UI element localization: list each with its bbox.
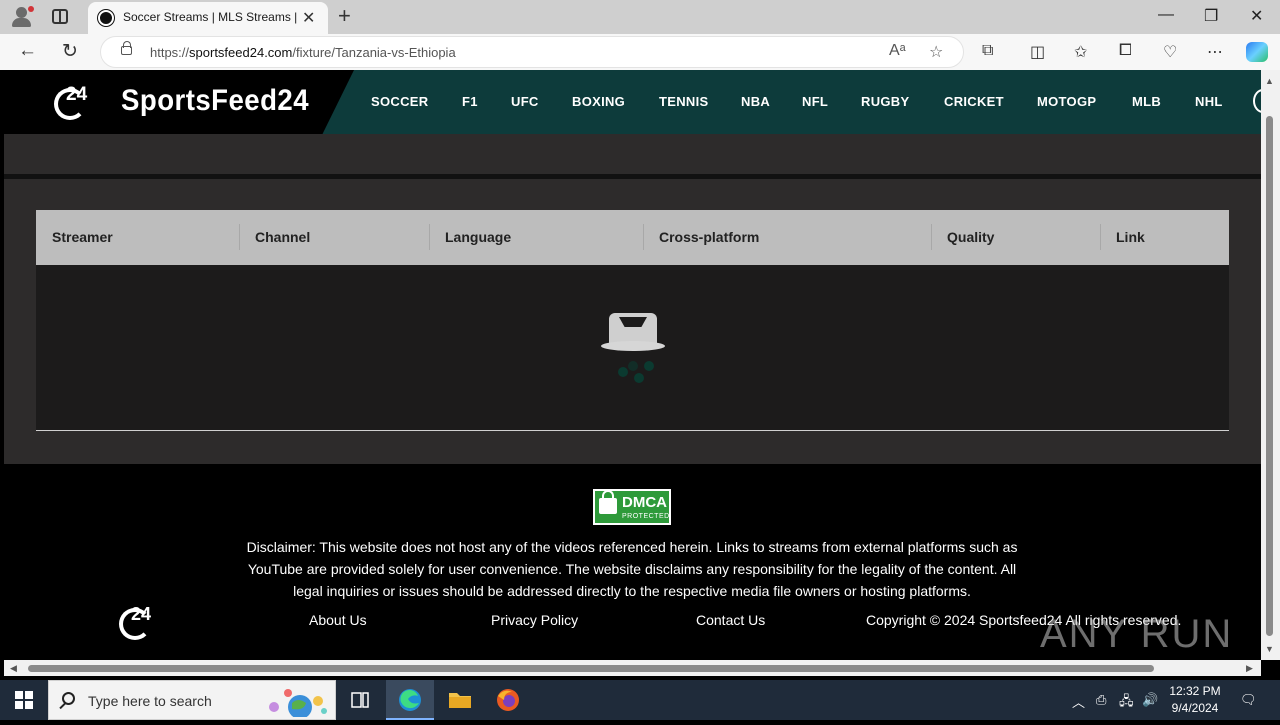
site-favicon-icon	[98, 10, 114, 26]
col-cross-platform: Cross-platform	[659, 229, 760, 245]
column-divider	[239, 224, 240, 250]
nav-soccer[interactable]: SOCCER	[371, 94, 428, 109]
page-viewport: 24 SportsFeed24 SOCCER F1 UFC BOXING TEN…	[4, 70, 1261, 660]
search-icon	[62, 692, 75, 705]
windows-taskbar: Type here to search ︿ ⎙ 🖧 🔊 12:32 PM 9/4…	[0, 680, 1280, 720]
empty-inbox-icon	[601, 313, 665, 353]
tray-device-icon[interactable]: ⎙	[1096, 692, 1106, 708]
nav-more-icon[interactable]	[1253, 89, 1261, 113]
tab-title: Soccer Streams | MLS Streams | N	[123, 10, 298, 24]
nav-nfl[interactable]: NFL	[802, 94, 828, 109]
tab-close-icon[interactable]: ✕	[302, 8, 315, 28]
disclaimer-text: Disclaimer: This website does not host a…	[246, 539, 1018, 599]
minimize-icon[interactable]: —	[1158, 6, 1174, 24]
profile-avatar-icon[interactable]	[10, 5, 34, 29]
maximize-icon[interactable]: ❐	[1204, 6, 1218, 26]
taskbar-file-explorer-icon[interactable]	[436, 680, 484, 720]
footer-link-contact[interactable]: Contact Us	[696, 612, 765, 628]
col-quality: Quality	[947, 229, 995, 245]
notification-icon[interactable]: 🗨	[1240, 692, 1257, 708]
horizontal-scrollbar[interactable]: ◀ ▶	[4, 660, 1261, 676]
collections-icon[interactable]: ⧠	[1119, 42, 1132, 60]
column-divider	[429, 224, 430, 250]
anyrun-watermark: ANY RUN	[1040, 612, 1234, 656]
search-highlight-art-icon	[269, 689, 327, 717]
nav-nba[interactable]: NBA	[741, 94, 770, 109]
streams-section: Streamer Channel Language Cross-platform…	[4, 179, 1261, 464]
tab-actions-icon[interactable]	[52, 9, 68, 24]
nav-nhl[interactable]: NHL	[1195, 94, 1223, 109]
footer-link-privacy[interactable]: Privacy Policy	[491, 612, 578, 628]
nav-rugby[interactable]: RUGBY	[861, 94, 909, 109]
fixture-banner	[4, 134, 1261, 174]
streams-table-body	[36, 265, 1229, 431]
tray-volume-icon[interactable]: 🔊	[1142, 692, 1158, 708]
footer-logo-icon[interactable]: 24	[119, 604, 161, 640]
nav-cricket[interactable]: CRICKET	[944, 94, 1004, 109]
column-divider	[931, 224, 932, 250]
taskbar-edge-icon[interactable]	[386, 680, 434, 720]
nav-boxing[interactable]: BOXING	[572, 94, 625, 109]
browser-tab-active[interactable]: Soccer Streams | MLS Streams | N ✕	[88, 2, 328, 34]
back-arrow-icon[interactable]: ←	[18, 40, 37, 62]
nav-f1[interactable]: F1	[462, 94, 478, 109]
tray-network-icon[interactable]: 🖧	[1119, 692, 1134, 714]
copilot-icon[interactable]	[1246, 42, 1268, 62]
vertical-scroll-thumb[interactable]	[1266, 116, 1273, 636]
new-tab-icon[interactable]: +	[338, 3, 351, 29]
url-text[interactable]: https://sportsfeed24.com/fixture/Tanzani…	[150, 45, 456, 60]
browser-essentials-icon[interactable]: ♡	[1163, 42, 1177, 62]
taskbar-clock[interactable]: 12:32 PM 9/4/2024	[1162, 683, 1228, 717]
nav-tennis[interactable]: TENNIS	[659, 94, 708, 109]
refresh-icon[interactable]: ↻	[62, 40, 78, 63]
footer-link-about[interactable]: About Us	[309, 612, 367, 628]
col-streamer: Streamer	[52, 229, 113, 245]
col-language: Language	[445, 229, 512, 245]
col-link: Link	[1116, 229, 1145, 245]
nav-mlb[interactable]: MLB	[1132, 94, 1161, 109]
padlock-icon	[599, 490, 617, 514]
nav-motogp[interactable]: MOTOGP	[1037, 94, 1096, 109]
col-channel: Channel	[255, 229, 311, 245]
logo-panel: 24 SportsFeed24	[4, 70, 354, 134]
lock-icon[interactable]	[121, 41, 132, 55]
task-view-icon[interactable]	[336, 680, 384, 720]
taskbar-firefox-icon[interactable]	[484, 680, 532, 720]
streams-table-header: Streamer Channel Language Cross-platform…	[36, 210, 1229, 265]
vertical-scrollbar[interactable]: ▲ ▼	[1261, 70, 1280, 660]
dmca-badge[interactable]: DMCA PROTECTED	[593, 489, 671, 525]
more-menu-icon[interactable]: ⋯	[1207, 42, 1223, 62]
extensions-icon[interactable]: ⧉	[982, 42, 993, 60]
windows-start-icon[interactable]	[15, 691, 33, 709]
favorites-icon[interactable]: ✩	[1074, 42, 1087, 62]
search-placeholder: Type here to search	[88, 693, 212, 709]
column-divider	[643, 224, 644, 250]
site-header: 24 SportsFeed24 SOCCER F1 UFC BOXING TEN…	[4, 70, 1261, 134]
horizontal-scroll-thumb[interactable]	[28, 665, 1154, 672]
taskbar-search[interactable]: Type here to search	[48, 680, 336, 720]
nav-ufc[interactable]: UFC	[511, 94, 539, 109]
logo-badge-icon[interactable]: 24	[54, 84, 94, 120]
read-aloud-icon[interactable]: Aᵃ	[889, 42, 906, 60]
window-close-icon[interactable]: ✕	[1250, 6, 1263, 26]
browser-tab-strip: Soccer Streams | MLS Streams | N ✕ + — ❐…	[0, 0, 1280, 34]
loading-spinner-icon	[614, 361, 658, 391]
favorite-star-icon[interactable]: ☆	[929, 42, 943, 62]
address-bar[interactable]: https://sportsfeed24.com/fixture/Tanzani…	[100, 36, 964, 68]
column-divider	[1100, 224, 1101, 250]
site-logo-text[interactable]: SportsFeed24	[121, 84, 309, 118]
browser-toolbar: ← ↻ https://sportsfeed24.com/fixture/Tan…	[0, 34, 1280, 70]
tray-chevron-icon[interactable]: ︿	[1072, 692, 1085, 711]
split-screen-icon[interactable]: ◫	[1030, 42, 1045, 62]
